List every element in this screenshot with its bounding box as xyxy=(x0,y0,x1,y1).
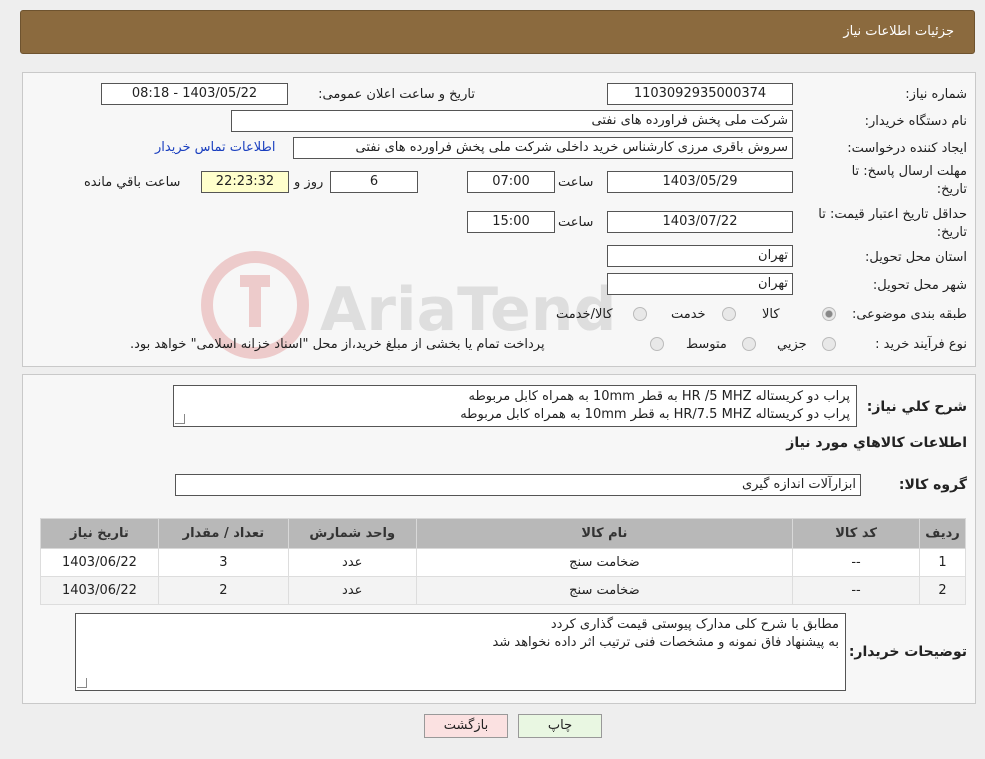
category-label: طبقه بندی موضوعی: xyxy=(851,307,967,322)
city-label: شهر محل تحویل: xyxy=(872,278,967,293)
validity-time-label: ساعت xyxy=(558,215,594,230)
summary-textarea[interactable]: پراب دو کریستاله HR /5 MHZ به قطر 10mm ب… xyxy=(173,385,857,427)
category-goods-radio[interactable] xyxy=(822,307,836,321)
category-goods-label: کالا xyxy=(762,307,780,322)
announce-field: 1403/05/22 - 08:18 xyxy=(101,83,288,105)
process-note: پرداخت تمام یا بخشی از مبلغ خرید،از محل … xyxy=(130,337,545,352)
deadline-date-field: 1403/05/29 xyxy=(607,171,793,193)
need-number-field: 1103092935000374 xyxy=(607,83,793,105)
col-goods-name: نام کالا xyxy=(415,518,794,549)
cell-need-date: 1403/06/22 xyxy=(40,548,159,577)
col-need-date: تاريخ نياز xyxy=(40,518,159,549)
deadline-label-date: تاریخ: xyxy=(936,182,967,197)
group-label: گروه کالا: xyxy=(898,477,967,493)
buyer-notes-label: توضیحات خریدار: xyxy=(848,644,967,660)
remaining-label: ساعت باقي مانده xyxy=(84,175,181,190)
days-field: 6 xyxy=(330,171,418,193)
province-label: استان محل تحویل: xyxy=(865,250,967,265)
col-goods-code: کد کالا xyxy=(792,518,920,549)
col-unit: واحد شمارش xyxy=(287,518,417,549)
cell-goods-name: ضخامت سنج xyxy=(415,548,794,577)
summary-resize-handle[interactable] xyxy=(175,414,185,424)
validity-label: حداقل تاریخ اعتبار قیمت: تا xyxy=(818,207,967,222)
page-header: جزئیات اطلاعات نیاز xyxy=(20,10,975,54)
watermark-bar xyxy=(240,275,270,287)
cell-row: 2 xyxy=(918,576,967,605)
buyer-notes-textarea[interactable]: مطابق با شرح کلی مدارک پیوستی قیمت گذاری… xyxy=(75,613,846,691)
days-label: روز و xyxy=(294,175,324,190)
summary-label: شرح کلي نياز: xyxy=(866,399,967,415)
back-button[interactable]: بازگشت xyxy=(424,714,508,738)
table-row: 1403/06/22 2 عدد ضخامت سنج -- 2 xyxy=(40,576,967,605)
col-quantity: تعداد / مقدار xyxy=(157,518,289,549)
col-row: رديف xyxy=(918,518,967,549)
validity-label-date: تاریخ: xyxy=(936,225,967,240)
city-field: تهران xyxy=(607,273,793,295)
category-service-label: خدمت xyxy=(671,307,706,322)
remaining-time-field: 22:23:32 xyxy=(201,171,289,193)
creator-label: ایجاد کننده درخواست: xyxy=(847,141,967,156)
goods-info-title: اطلاعات کالاهاي مورد نياز xyxy=(786,435,967,451)
validity-date-field: 1403/07/22 xyxy=(607,211,793,233)
summary-line-2: پراب دو کریستاله HR/7.5 MHZ به قطر 10mm … xyxy=(460,407,850,422)
deadline-time-field: 07:00 xyxy=(467,171,555,193)
buyer-notes-line-2: به پیشنهاد فاق نمونه و مشخصات فنی ترتیب … xyxy=(492,635,839,650)
page-title: جزئیات اطلاعات نیاز xyxy=(843,24,954,39)
buyer-notes-line-1: مطابق با شرح کلی مدارک پیوستی قیمت گذاری… xyxy=(550,617,839,632)
process-treasury-checkbox[interactable] xyxy=(650,337,664,351)
process-partial-label: جزيي xyxy=(777,337,807,352)
cell-unit: عدد xyxy=(287,576,417,605)
cell-unit: عدد xyxy=(287,548,417,577)
contact-link[interactable]: اطلاعات تماس خریدار xyxy=(155,140,275,155)
process-partial-radio[interactable] xyxy=(822,337,836,351)
cell-row: 1 xyxy=(918,548,967,577)
cell-goods-code: -- xyxy=(792,548,920,577)
group-field: ابزارآلات اندازه گیری xyxy=(175,474,861,496)
category-both-radio[interactable] xyxy=(633,307,647,321)
buyer-org-field: شرکت ملی پخش فراورده های نفتی xyxy=(231,110,793,132)
category-both-label: کالا/خدمت xyxy=(556,307,613,322)
cell-goods-code: -- xyxy=(792,576,920,605)
creator-field: سروش باقری مرزی کارشناس خرید داخلی شرکت … xyxy=(293,137,793,159)
summary-line-1: پراب دو کریستاله HR /5 MHZ به قطر 10mm ب… xyxy=(468,389,850,404)
category-service-radio[interactable] xyxy=(722,307,736,321)
process-medium-label: متوسط xyxy=(686,337,727,352)
table-row: 1403/06/22 3 عدد ضخامت سنج -- 1 xyxy=(40,548,967,577)
buyer-notes-resize-handle[interactable] xyxy=(77,678,87,688)
province-field: تهران xyxy=(607,245,793,267)
goods-table: تاريخ نياز تعداد / مقدار واحد شمارش نام … xyxy=(40,518,967,605)
print-button[interactable]: چاپ xyxy=(518,714,602,738)
process-label: نوع فرآیند خرید : xyxy=(875,337,967,352)
announce-label: تاریخ و ساعت اعلان عمومی: xyxy=(318,87,475,102)
need-number-label: شماره نیاز: xyxy=(905,87,967,102)
deadline-label: مهلت ارسال پاسخ: تا xyxy=(851,164,967,179)
cell-goods-name: ضخامت سنج xyxy=(415,576,794,605)
cell-quantity: 2 xyxy=(157,576,289,605)
validity-time-field: 15:00 xyxy=(467,211,555,233)
watermark-stem xyxy=(249,287,261,327)
deadline-time-label: ساعت xyxy=(558,175,594,190)
cell-need-date: 1403/06/22 xyxy=(40,576,159,605)
cell-quantity: 3 xyxy=(157,548,289,577)
process-medium-radio[interactable] xyxy=(742,337,756,351)
buyer-org-label: نام دستگاه خریدار: xyxy=(864,114,967,129)
